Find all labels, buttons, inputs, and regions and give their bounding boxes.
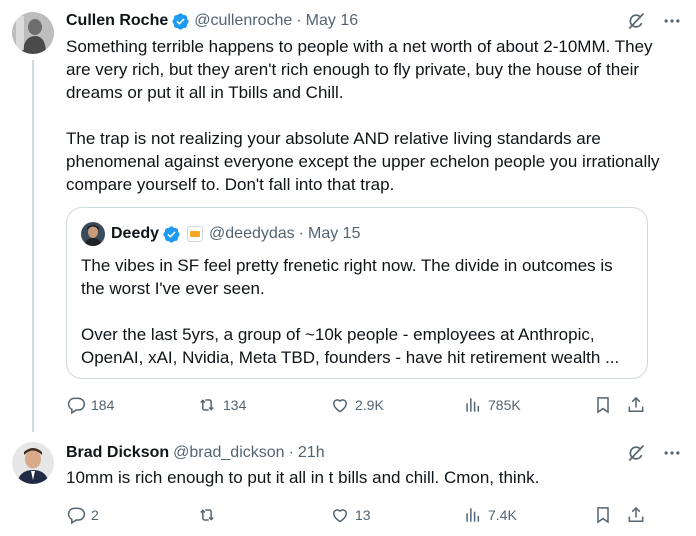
author-handle[interactable]: @brad_dickson <box>173 444 284 462</box>
share-button[interactable] <box>626 504 646 526</box>
share-icon <box>626 505 646 525</box>
quoted-timestamp: May 15 <box>308 225 361 242</box>
author-name[interactable]: Cullen Roche <box>66 12 168 30</box>
thread-line <box>32 60 34 432</box>
author-name[interactable]: Brad Dickson <box>66 444 169 462</box>
reply-count: 184 <box>91 397 115 413</box>
author-handle[interactable]: @cullenroche <box>194 12 292 30</box>
repost-icon <box>196 395 218 415</box>
reply-icon <box>66 395 86 415</box>
quoted-author-handle: @deedydas <box>209 225 295 242</box>
quoted-text-line: OpenAI, xAI, Nvidia, Meta TBD, founders … <box>81 348 620 367</box>
tweet-paragraph: The trap is not realizing your absolute … <box>66 129 660 194</box>
tweet-action-bar: 2 13 7.4K <box>66 504 676 526</box>
quoted-tweet[interactable]: Deedy @deedydas · May 15 The vibes in SF… <box>66 207 648 379</box>
affiliation-badge-icon <box>187 226 204 242</box>
repost-count: 134 <box>223 397 247 413</box>
share-icon <box>626 395 646 415</box>
separator-dot: · <box>296 12 302 29</box>
tweet-top-actions <box>626 442 682 464</box>
quoted-text-line: The vibes in SF feel pretty frenetic rig… <box>81 256 613 275</box>
tweet-header: Cullen Roche @cullenroche · May 16 <box>66 10 358 32</box>
quoted-text-line: the worst I've ever seen. <box>81 279 265 298</box>
repost-button[interactable]: 134 <box>196 394 246 416</box>
more-icon[interactable] <box>662 443 682 463</box>
tweet-paragraph: 10mm is rich enough to put it all in t b… <box>66 468 540 487</box>
like-icon <box>330 505 350 525</box>
quoted-text-line <box>81 300 637 323</box>
repost-icon <box>196 505 218 525</box>
like-count: 2.9K <box>355 397 384 413</box>
reply-count: 2 <box>91 507 99 523</box>
views-button[interactable]: 7.4K <box>463 504 517 526</box>
tweet-cullen-roche[interactable]: Cullen Roche @cullenroche · May 16 Somet… <box>0 0 696 432</box>
views-icon <box>463 505 483 525</box>
tweet-action-bar: 184 134 2.9K 785K <box>66 394 676 416</box>
quoted-tweet-text: The vibes in SF feel pretty frenetic rig… <box>81 254 637 369</box>
avatar-brad-dickson[interactable] <box>12 442 54 484</box>
separator-dot: · <box>288 444 294 461</box>
reply-button[interactable]: 2 <box>66 504 99 526</box>
tweet-brad-dickson[interactable]: Brad Dickson @brad_dickson · 21h 10mm is… <box>0 432 696 536</box>
quoted-text-line: Over the last 5yrs, a group of ~10k peop… <box>81 325 595 344</box>
quoted-tweet-header: Deedy @deedydas · May 15 <box>111 223 360 245</box>
views-count: 785K <box>488 397 521 413</box>
bookmark-button[interactable] <box>593 394 613 416</box>
tweet-paragraph: Something terrible happens to people wit… <box>66 37 653 102</box>
bookmark-icon <box>593 505 613 525</box>
bookmark-button[interactable] <box>593 504 613 526</box>
reply-icon <box>66 505 86 525</box>
separator-dot: · <box>298 225 304 242</box>
like-count: 13 <box>355 507 371 523</box>
views-count: 7.4K <box>488 507 517 523</box>
share-button[interactable] <box>626 394 646 416</box>
like-icon <box>330 395 350 415</box>
like-button[interactable]: 2.9K <box>330 394 384 416</box>
grok-icon[interactable] <box>626 443 646 463</box>
tweet-text: Something terrible happens to people wit… <box>66 35 666 196</box>
tweet-text: 10mm is rich enough to put it all in t b… <box>66 466 666 489</box>
views-button[interactable]: 785K <box>463 394 521 416</box>
tweet-header: Brad Dickson @brad_dickson · 21h <box>66 442 325 464</box>
views-icon <box>463 395 483 415</box>
bookmark-icon <box>593 395 613 415</box>
timestamp[interactable]: 21h <box>298 444 325 462</box>
verified-badge-icon <box>171 12 190 31</box>
like-button[interactable]: 13 <box>330 504 371 526</box>
reply-button[interactable]: 184 <box>66 394 114 416</box>
avatar-cullen-roche[interactable] <box>12 12 54 54</box>
verified-badge-icon <box>162 225 181 244</box>
repost-button[interactable] <box>196 504 223 526</box>
timestamp[interactable]: May 16 <box>306 12 358 30</box>
grok-icon[interactable] <box>626 11 646 31</box>
tweet-top-actions <box>626 10 682 32</box>
quoted-author-name: Deedy <box>111 225 160 242</box>
more-icon[interactable] <box>662 11 682 31</box>
avatar-deedy[interactable] <box>81 222 105 246</box>
